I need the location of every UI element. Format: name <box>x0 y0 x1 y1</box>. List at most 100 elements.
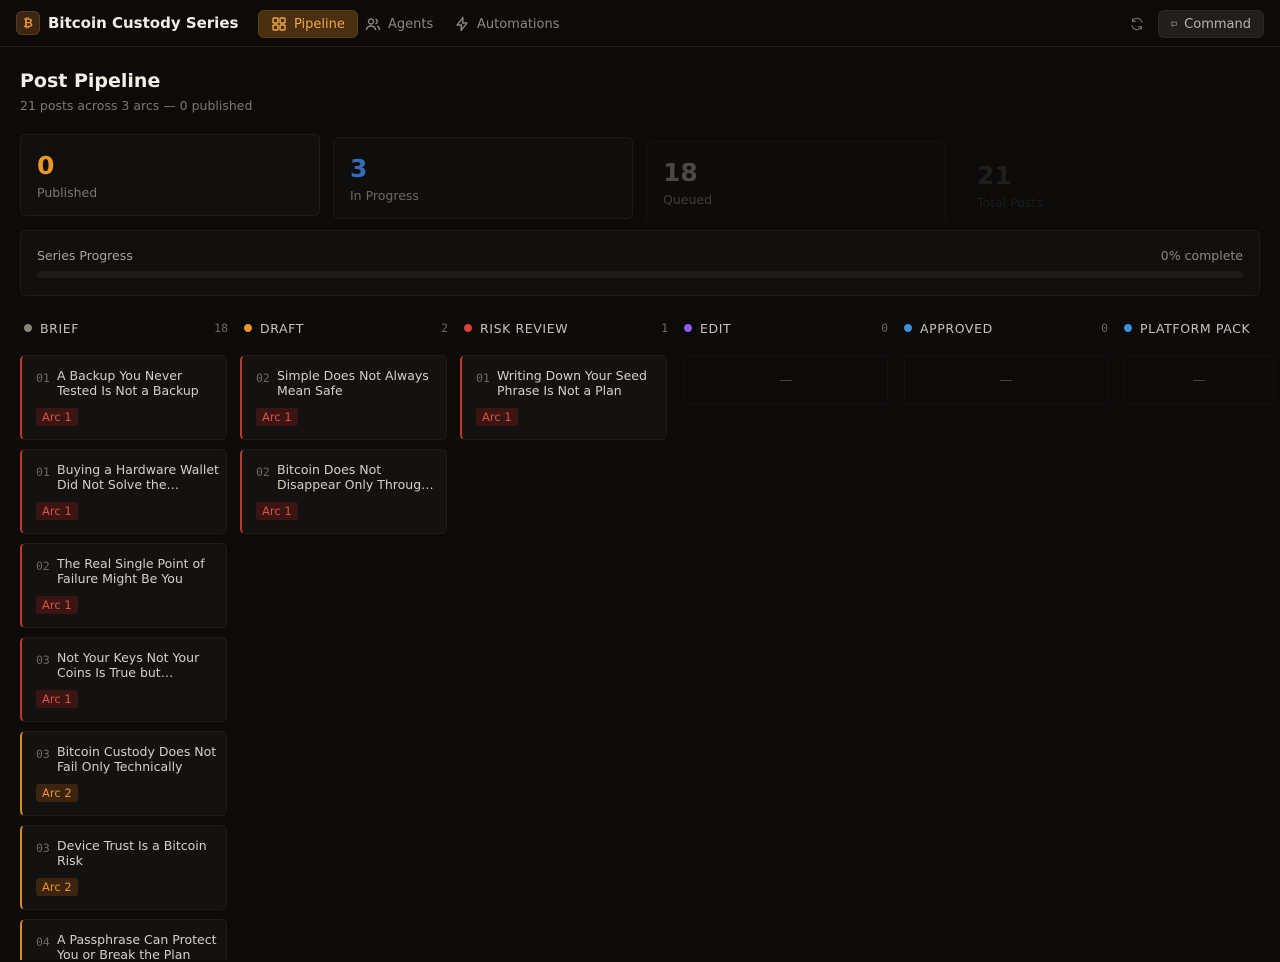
post-number: 03 <box>36 653 50 667</box>
stat-value: 3 <box>350 154 368 183</box>
post-number: 02 <box>256 371 270 385</box>
arc-badge: Arc 1 <box>36 408 78 426</box>
status-dot <box>1124 324 1132 332</box>
stat-published: 0 Published <box>20 134 320 216</box>
progress-bar <box>37 271 1243 278</box>
nav-agents-label: Agents <box>388 16 434 32</box>
column-name: EDIT <box>700 320 732 336</box>
post-number: 04 <box>36 935 50 949</box>
post-title: The Real Single Point of Failure Might B… <box>57 556 205 586</box>
stat-value: 18 <box>663 158 698 187</box>
nav-agents[interactable]: Agents <box>353 10 445 38</box>
stat-label: In Progress <box>350 188 419 203</box>
empty-column-placeholder: — <box>1124 355 1274 405</box>
arc-badge: Arc 2 <box>36 784 78 802</box>
column-approved-header: APPROVED 0 <box>904 320 1108 336</box>
post-number: 02 <box>36 559 50 573</box>
column-name: BRIEF <box>40 320 80 336</box>
post-number: 02 <box>256 465 270 479</box>
post-number: 01 <box>476 371 490 385</box>
column-count: 0 <box>881 321 888 335</box>
column-name: DRAFT <box>260 320 304 336</box>
column-count: 1 <box>661 321 668 335</box>
post-title: Bitcoin Does Not Disappear Only Through … <box>277 462 430 492</box>
bolt-icon <box>456 16 468 32</box>
users-icon <box>365 18 381 31</box>
post-title: Device Trust Is a Bitcoin Risk <box>57 838 207 868</box>
status-dot <box>684 324 692 332</box>
post-title: A Passphrase Can Protect You or Break th… <box>57 932 217 962</box>
column-name: PLATFORM PACK <box>1140 320 1251 336</box>
nav-pipeline-label: Pipeline <box>294 16 345 32</box>
command-button[interactable]: Command <box>1158 10 1264 38</box>
nav-automations[interactable]: Automations <box>442 10 572 38</box>
refresh-button[interactable] <box>1126 13 1148 35</box>
column-count: 18 <box>214 321 228 335</box>
stat-value: 0 <box>37 151 55 180</box>
post-title: Not Your Keys Not Your Coins Is True but… <box>57 650 200 680</box>
refresh-icon <box>1131 17 1143 31</box>
command-label: Command <box>1184 16 1251 32</box>
post-card[interactable]: 02 The Real Single Point of Failure Migh… <box>20 543 227 628</box>
arc-badge: Arc 2 <box>36 878 78 896</box>
post-card[interactable]: 01 Writing Down Your Seed Phrase Is Not … <box>460 355 667 440</box>
stat-in-progress: 3 In Progress <box>333 137 633 219</box>
post-card[interactable]: 04 A Passphrase Can Protect You or Break… <box>20 919 227 962</box>
arc-badge: Arc 1 <box>256 408 298 426</box>
arc-badge: Arc 1 <box>36 502 78 520</box>
nav-pipeline[interactable]: Pipeline <box>258 10 358 38</box>
grid-icon <box>272 17 286 31</box>
column-count: 2 <box>441 321 448 335</box>
arc-badge: Arc 1 <box>476 408 518 426</box>
post-card[interactable]: 03 Device Trust Is a Bitcoin Risk Arc 2 <box>20 825 227 910</box>
app-title: Bitcoin Custody Series <box>48 14 239 32</box>
bitcoin-logo-icon: ₿ <box>16 11 40 35</box>
post-number: 01 <box>36 371 50 385</box>
post-card[interactable]: 02 Simple Does Not Always Mean Safe Arc … <box>240 355 447 440</box>
column-name: APPROVED <box>920 320 993 336</box>
arc-badge: Arc 1 <box>256 502 298 520</box>
empty-column-placeholder: — <box>684 355 888 405</box>
column-name: RISK REVIEW <box>480 320 569 336</box>
empty-column-placeholder: — <box>904 355 1108 405</box>
progress-label: Series Progress <box>37 248 133 263</box>
nav-automations-label: Automations <box>477 16 560 32</box>
post-title: Bitcoin Custody Does Not Fail Only Techn… <box>57 744 217 774</box>
post-title: Writing Down Your Seed Phrase Is Not a P… <box>497 368 647 398</box>
post-title: A Backup You Never Tested Is Not a Backu… <box>57 368 199 398</box>
stat-label: Total Posts <box>977 195 1043 210</box>
column-count: 0 <box>1101 321 1108 335</box>
progress-percent: 0% complete <box>1160 248 1243 263</box>
stat-label: Queued <box>663 192 712 207</box>
post-number: 01 <box>36 465 50 479</box>
stat-label: Published <box>37 185 98 200</box>
post-card[interactable]: 03 Not Your Keys Not Your Coins Is True … <box>20 637 227 722</box>
status-dot <box>904 324 912 332</box>
column-brief-header: BRIEF 18 <box>24 320 228 336</box>
column-edit-header: EDIT 0 <box>684 320 888 336</box>
arc-badge: Arc 1 <box>36 690 78 708</box>
post-title: Simple Does Not Always Mean Safe <box>277 368 429 398</box>
post-number: 03 <box>36 747 50 761</box>
arc-badge: Arc 1 <box>36 596 78 614</box>
page-subtitle: 21 posts across 3 arcs — 0 published <box>20 98 253 113</box>
column-platform-pack-header: PLATFORM PACK <box>1124 320 1274 336</box>
stat-queued: 18 Queued <box>646 141 946 223</box>
page-title: Post Pipeline <box>20 70 161 92</box>
chat-icon <box>1171 21 1177 27</box>
series-progress-card: Series Progress 0% complete <box>20 230 1260 296</box>
top-bar: ₿ Bitcoin Custody Series Pipeline Agents… <box>0 0 1280 47</box>
stat-total: 21 Total Posts <box>960 144 1260 226</box>
status-dot <box>464 324 472 332</box>
stat-value: 21 <box>977 161 1012 190</box>
column-draft-header: DRAFT 2 <box>244 320 448 336</box>
post-title: Buying a Hardware Wallet Did Not Solve t… <box>57 462 219 492</box>
post-card[interactable]: 01 Buying a Hardware Wallet Did Not Solv… <box>20 449 227 534</box>
post-card[interactable]: 01 A Backup You Never Tested Is Not a Ba… <box>20 355 227 440</box>
post-card[interactable]: 02 Bitcoin Does Not Disappear Only Throu… <box>240 449 447 534</box>
status-dot <box>24 324 32 332</box>
post-number: 03 <box>36 841 50 855</box>
status-dot <box>244 324 252 332</box>
column-risk-review-header: RISK REVIEW 1 <box>464 320 668 336</box>
post-card[interactable]: 03 Bitcoin Custody Does Not Fail Only Te… <box>20 731 227 816</box>
